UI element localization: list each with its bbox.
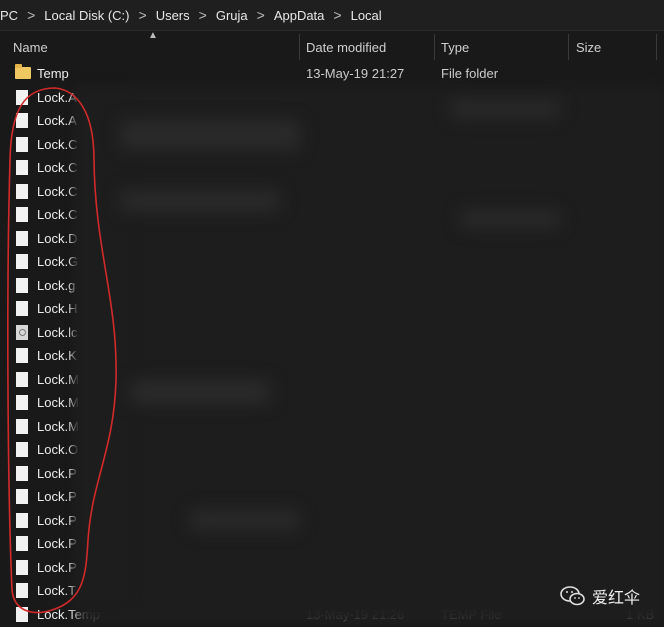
file-icon bbox=[16, 371, 28, 387]
file-name: Lock.M bbox=[37, 371, 79, 387]
file-icon bbox=[16, 559, 28, 575]
file-icon bbox=[16, 207, 28, 222]
file-icon bbox=[16, 465, 28, 481]
file-icon bbox=[16, 512, 28, 528]
file-icon bbox=[16, 183, 28, 199]
file-icon bbox=[16, 536, 28, 551]
column-divider[interactable] bbox=[299, 34, 300, 60]
breadcrumb-item[interactable]: Users bbox=[156, 8, 190, 23]
blurred-region bbox=[74, 86, 134, 606]
wechat-icon bbox=[560, 586, 585, 606]
file-name: Lock.O bbox=[37, 442, 79, 457]
file-name: Lock.P bbox=[37, 512, 77, 528]
blurred-region bbox=[190, 510, 300, 530]
column-divider[interactable] bbox=[434, 34, 435, 60]
file-type: File folder bbox=[441, 66, 499, 81]
column-header-type[interactable]: Type bbox=[441, 34, 469, 60]
blurred-region bbox=[130, 380, 270, 404]
column-divider[interactable] bbox=[568, 34, 569, 60]
file-icon bbox=[16, 254, 28, 269]
watermark-text: 爱红伞 bbox=[592, 590, 641, 607]
column-header-date[interactable]: Date modified bbox=[306, 34, 386, 60]
file-name: Lock.A bbox=[37, 113, 77, 128]
file-icon bbox=[16, 489, 28, 504]
file-name: Lock.C bbox=[37, 207, 78, 222]
file-name: Lock.T bbox=[37, 583, 77, 598]
file-icon bbox=[16, 442, 28, 457]
blurred-region bbox=[120, 190, 280, 212]
file-name: Lock.A bbox=[37, 89, 77, 105]
blurred-region bbox=[120, 120, 300, 150]
file-name: Lock.P bbox=[37, 465, 77, 481]
file-icon bbox=[16, 89, 28, 105]
file-icon bbox=[16, 348, 28, 363]
file-icon bbox=[16, 277, 28, 293]
file-name: Lock.C bbox=[37, 160, 78, 175]
settings-file-icon bbox=[16, 324, 28, 340]
blurred-region bbox=[78, 86, 664, 626]
file-icon bbox=[16, 113, 28, 128]
file-name: Temp bbox=[37, 66, 69, 81]
breadcrumb-separator[interactable]: > bbox=[139, 7, 147, 23]
file-icon bbox=[16, 395, 28, 410]
file-name: Lock.K bbox=[37, 348, 77, 363]
breadcrumb-item[interactable]: Gruja bbox=[216, 8, 248, 23]
file-icon bbox=[16, 136, 28, 152]
column-headers: ▲ Name Date modified Type Size bbox=[0, 30, 664, 60]
file-date: 13-May-19 21:27 bbox=[306, 66, 405, 81]
column-divider[interactable] bbox=[656, 34, 657, 60]
file-name: Lock.D bbox=[37, 230, 78, 246]
breadcrumb-separator[interactable]: > bbox=[27, 7, 35, 23]
file-name: Lock.g bbox=[37, 277, 76, 293]
file-name: Lock.H bbox=[37, 301, 78, 316]
file-name: Lock.P bbox=[37, 489, 77, 504]
folder-icon bbox=[15, 64, 31, 79]
blurred-region bbox=[460, 210, 560, 228]
file-icon bbox=[16, 160, 28, 175]
watermark: 爱红伞 bbox=[560, 584, 640, 608]
file-icon bbox=[16, 606, 28, 622]
file-name: Lock.C bbox=[37, 183, 78, 199]
address-bar[interactable]: PC > Local Disk (C:) > Users > Gruja > AppData > L… bbox=[0, 0, 664, 31]
file-name: Lock.M bbox=[37, 395, 79, 410]
list-item[interactable]: Temp 13-May-19 21:27 File folder bbox=[0, 62, 664, 86]
sort-chevron-icon: ▲ bbox=[148, 30, 158, 41]
breadcrumb-item[interactable]: Local Disk (C:) bbox=[44, 8, 129, 23]
breadcrumb-separator[interactable]: > bbox=[333, 7, 341, 23]
file-name: Lock.P bbox=[37, 559, 77, 575]
column-header-size[interactable]: Size bbox=[576, 34, 601, 60]
breadcrumb-item[interactable]: PC bbox=[0, 8, 18, 23]
file-name: Lock.M bbox=[37, 418, 79, 434]
breadcrumb-separator[interactable]: > bbox=[257, 7, 265, 23]
breadcrumb-item[interactable]: Local bbox=[351, 8, 382, 23]
file-icon bbox=[16, 301, 28, 316]
breadcrumb-item[interactable]: AppData bbox=[274, 8, 325, 23]
breadcrumb-separator[interactable]: > bbox=[199, 7, 207, 23]
file-name: Lock.G bbox=[37, 254, 79, 269]
file-icon bbox=[16, 418, 28, 434]
file-name: Lock.lc bbox=[37, 324, 78, 340]
file-name: Lock.C bbox=[37, 136, 78, 152]
file-name: Lock.P bbox=[37, 536, 77, 551]
blurred-region bbox=[450, 100, 560, 118]
column-header-name[interactable]: Name bbox=[13, 34, 48, 60]
file-icon bbox=[16, 230, 28, 246]
file-icon bbox=[16, 583, 28, 598]
